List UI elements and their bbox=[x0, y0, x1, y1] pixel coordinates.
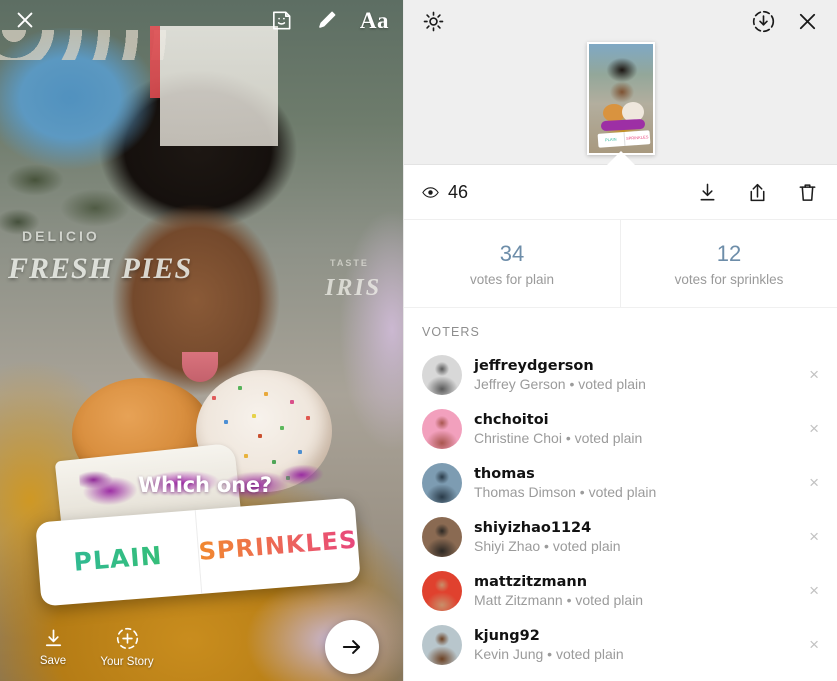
avatar[interactable] bbox=[422, 517, 462, 557]
pen-icon[interactable] bbox=[315, 9, 338, 32]
photo-greenery bbox=[0, 150, 150, 240]
photo-storefront-text-fresh-pies: FRESH PIES bbox=[8, 252, 193, 285]
avatar[interactable] bbox=[422, 463, 462, 503]
save-button[interactable]: Save bbox=[16, 627, 90, 667]
save-label: Save bbox=[39, 655, 67, 667]
poll-question-wrap: Which one? bbox=[79, 457, 331, 515]
voter-username: thomas bbox=[474, 465, 535, 482]
voter-subtitle: Matt Zitzmann • voted plain bbox=[474, 592, 644, 609]
gear-icon[interactable] bbox=[422, 10, 445, 33]
photo-storefront-text-taste: TASTE bbox=[330, 258, 369, 268]
poll-option-plain[interactable]: PLAIN bbox=[35, 510, 202, 607]
list-item[interactable]: kjung92 Kevin Jung • voted plain × bbox=[404, 618, 837, 672]
voter-subtitle: Kevin Jung • voted plain bbox=[474, 646, 624, 663]
stat-count: 34 bbox=[499, 240, 525, 266]
voter-subtitle: Jeffrey Gerson • voted plain bbox=[474, 376, 646, 393]
avatar-image bbox=[422, 355, 462, 395]
poll-results-stats: 34 votes for plain 12 votes for sprinkle… bbox=[404, 220, 837, 308]
download-icon[interactable] bbox=[696, 181, 719, 204]
photo-storefront-text-delicious: DELICIO bbox=[22, 228, 100, 244]
story-insights-pane: PLAIN SPRINKLES 46 34 votes for plain 12… bbox=[403, 0, 837, 681]
remove-voter-button[interactable]: × bbox=[801, 365, 819, 385]
avatar[interactable] bbox=[422, 571, 462, 611]
voter-subtitle: Christine Choi • voted plain bbox=[474, 430, 643, 447]
remove-voter-button[interactable]: × bbox=[801, 581, 819, 601]
voter-text: chchoitoi Christine Choi • voted plain bbox=[474, 411, 789, 448]
add-to-story-icon bbox=[115, 626, 140, 651]
app-root: DELICIO FRESH PIES TASTE IRIS Aa Which o… bbox=[0, 0, 837, 681]
next-button[interactable] bbox=[325, 620, 379, 674]
list-item[interactable]: jeffreydgerson Jeffrey Gerson • voted pla… bbox=[404, 348, 837, 402]
stat-votes-plain: 34 votes for plain bbox=[404, 220, 620, 307]
voters-section-title: VOTERS bbox=[422, 325, 480, 339]
voter-text: thomas Thomas Dimson • voted plain bbox=[474, 465, 789, 502]
insights-actions-bar: 46 bbox=[404, 165, 837, 220]
views-stat: 46 bbox=[422, 182, 468, 203]
poll-question-text: Which one? bbox=[138, 473, 272, 497]
avatar-image bbox=[422, 571, 462, 611]
voter-text: mattzitzmann Matt Zitzmann • voted plain bbox=[474, 573, 789, 610]
photo-white-door bbox=[160, 26, 278, 146]
voter-username: chchoitoi bbox=[474, 411, 549, 428]
avatar[interactable] bbox=[422, 625, 462, 665]
thumbnail-poll-option-sprinkles: SPRINKLES bbox=[625, 134, 649, 141]
your-story-button[interactable]: Your Story bbox=[90, 626, 164, 668]
stat-label: votes for sprinkles bbox=[674, 271, 784, 287]
views-count: 46 bbox=[448, 181, 469, 202]
story-bottom-toolbar: Save Your Story bbox=[0, 613, 403, 681]
share-icon[interactable] bbox=[746, 181, 769, 204]
thumbnail-poll-option-plain: PLAIN bbox=[597, 131, 625, 148]
download-circle-icon[interactable] bbox=[751, 9, 776, 34]
avatar[interactable] bbox=[422, 355, 462, 395]
text-tool-aa[interactable]: Aa bbox=[360, 9, 389, 32]
insights-header: PLAIN SPRINKLES bbox=[404, 0, 837, 165]
stat-label: votes for plain bbox=[469, 271, 555, 287]
voter-subtitle: Thomas Dimson • voted plain bbox=[474, 484, 657, 501]
avatar-image bbox=[422, 463, 462, 503]
voter-text: jeffreydgerson Jeffrey Gerson • voted pla… bbox=[474, 357, 789, 394]
poll-option-sprinkles[interactable]: SPRINKLES bbox=[195, 498, 361, 594]
arrow-right-icon bbox=[339, 634, 365, 660]
voter-username: mattzitzmann bbox=[474, 573, 588, 590]
avatar-image bbox=[422, 625, 462, 665]
eye-icon bbox=[422, 186, 439, 199]
close-icon[interactable] bbox=[796, 10, 819, 33]
story-thumbnail[interactable]: PLAIN SPRINKLES bbox=[586, 42, 655, 155]
sticker-icon[interactable] bbox=[270, 9, 293, 32]
thumbnail-caret bbox=[606, 151, 635, 165]
voter-text: kjung92 Kevin Jung • voted plain bbox=[474, 627, 789, 664]
remove-voter-button[interactable]: × bbox=[801, 473, 819, 493]
stat-count: 12 bbox=[716, 240, 742, 266]
delete-icon[interactable] bbox=[796, 181, 819, 204]
poll-sticker[interactable]: Which one? PLAIN SPRINKLES bbox=[35, 457, 361, 607]
download-icon bbox=[42, 627, 65, 650]
photo-storefront-text-iris: IRIS bbox=[325, 275, 382, 301]
voters-list[interactable]: jeffreydgerson Jeffrey Gerson • voted pla… bbox=[404, 348, 837, 672]
list-item[interactable]: mattzitzmann Matt Zitzmann • voted plain × bbox=[404, 564, 837, 618]
list-item[interactable]: chchoitoi Christine Choi • voted plain × bbox=[404, 402, 837, 456]
remove-voter-button[interactable]: × bbox=[801, 635, 819, 655]
avatar[interactable] bbox=[422, 409, 462, 449]
close-icon[interactable] bbox=[14, 9, 36, 31]
voter-username: shiyizhao1124 bbox=[474, 519, 592, 536]
voter-subtitle: Shiyi Zhao • voted plain bbox=[474, 538, 621, 555]
list-item[interactable]: thomas Thomas Dimson • voted plain × bbox=[404, 456, 837, 510]
voter-username: kjung92 bbox=[474, 627, 540, 644]
remove-voter-button[interactable]: × bbox=[801, 527, 819, 547]
your-story-label: Your Story bbox=[100, 656, 154, 668]
story-composer-pane: DELICIO FRESH PIES TASTE IRIS Aa Which o… bbox=[0, 0, 403, 681]
insights-header-toolbar bbox=[404, 0, 837, 42]
voter-text: shiyizhao1124 Shiyi Zhao • voted plain bbox=[474, 519, 789, 556]
avatar-image bbox=[422, 409, 462, 449]
remove-voter-button[interactable]: × bbox=[801, 419, 819, 439]
avatar-image bbox=[422, 517, 462, 557]
stat-votes-sprinkles: 12 votes for sprinkles bbox=[620, 220, 837, 307]
list-item[interactable]: shiyizhao1124 Shiyi Zhao • voted plain × bbox=[404, 510, 837, 564]
voter-username: jeffreydgerson bbox=[474, 357, 594, 374]
story-top-toolbar: Aa bbox=[0, 0, 403, 40]
